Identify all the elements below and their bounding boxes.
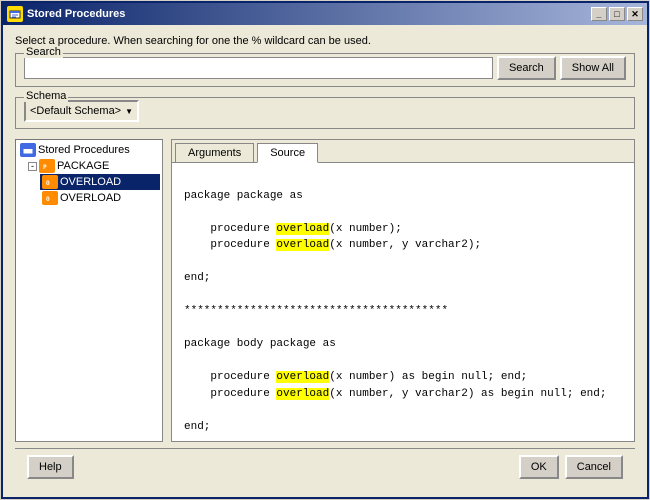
schema-fieldset: Schema <Default Schema> ▼ bbox=[15, 97, 635, 129]
minimize-button[interactable]: _ bbox=[591, 7, 607, 21]
tab-source[interactable]: Source bbox=[257, 143, 318, 163]
dialog-content: Select a procedure. When searching for o… bbox=[3, 25, 647, 497]
title-bar: Stored Procedures _ □ ✕ bbox=[3, 3, 647, 25]
ok-button[interactable]: OK bbox=[519, 455, 559, 479]
collapse-icon[interactable]: - bbox=[28, 162, 37, 171]
svg-text:O: O bbox=[46, 180, 50, 187]
right-panel: Arguments Source package package as proc… bbox=[171, 139, 635, 442]
window-title: Stored Procedures bbox=[27, 8, 587, 20]
bottom-bar: Help OK Cancel bbox=[15, 448, 635, 487]
package-icon: P bbox=[39, 159, 55, 173]
tree-overload-selected[interactable]: O OVERLOAD bbox=[40, 174, 160, 190]
code-area: package package as procedure overload(x … bbox=[172, 163, 634, 441]
search-fieldset: Search Search Show All bbox=[15, 53, 635, 87]
bottom-right-buttons: OK Cancel bbox=[519, 455, 623, 479]
close-button[interactable]: ✕ bbox=[627, 7, 643, 21]
tab-arguments[interactable]: Arguments bbox=[175, 143, 254, 162]
tree-overload-2-label: OVERLOAD bbox=[60, 192, 121, 204]
overload-selected-icon: O bbox=[42, 175, 58, 189]
tree-root[interactable]: Stored Procedures bbox=[18, 142, 160, 158]
window-controls: _ □ ✕ bbox=[591, 7, 643, 21]
search-box[interactable] bbox=[24, 57, 493, 79]
tree-package[interactable]: - P PACKAGE bbox=[26, 158, 160, 174]
maximize-button[interactable]: □ bbox=[609, 7, 625, 21]
stored-procedures-icon bbox=[20, 143, 36, 157]
tree-panel: Stored Procedures - P PACKAGE bbox=[15, 139, 163, 442]
schema-row: <Default Schema> ▼ bbox=[24, 100, 626, 122]
schema-dropdown[interactable]: <Default Schema> ▼ bbox=[24, 100, 139, 122]
search-row: Search Show All bbox=[24, 56, 626, 80]
tree-overload-selected-label: OVERLOAD bbox=[60, 176, 121, 188]
overload-icon: O bbox=[42, 191, 58, 205]
search-label: Search bbox=[24, 46, 63, 58]
svg-text:O: O bbox=[46, 196, 50, 203]
svg-text:P: P bbox=[43, 164, 47, 171]
description-text: Select a procedure. When searching for o… bbox=[15, 35, 635, 47]
search-button[interactable]: Search bbox=[497, 56, 556, 80]
main-area: Stored Procedures - P PACKAGE bbox=[15, 139, 635, 442]
schema-label: Schema bbox=[24, 90, 68, 102]
chevron-down-icon: ▼ bbox=[125, 107, 133, 116]
cancel-button[interactable]: Cancel bbox=[565, 455, 623, 479]
help-button[interactable]: Help bbox=[27, 455, 74, 479]
schema-value: <Default Schema> bbox=[30, 105, 121, 117]
tree-package-label: PACKAGE bbox=[57, 160, 109, 172]
tree-root-label: Stored Procedures bbox=[38, 144, 130, 156]
tree-overload-2[interactable]: O OVERLOAD bbox=[40, 190, 160, 206]
tab-bar: Arguments Source bbox=[172, 140, 634, 163]
show-all-button[interactable]: Show All bbox=[560, 56, 626, 80]
main-window: Stored Procedures _ □ ✕ Select a procedu… bbox=[1, 1, 649, 499]
search-input[interactable] bbox=[28, 59, 489, 77]
window-icon bbox=[7, 6, 23, 22]
